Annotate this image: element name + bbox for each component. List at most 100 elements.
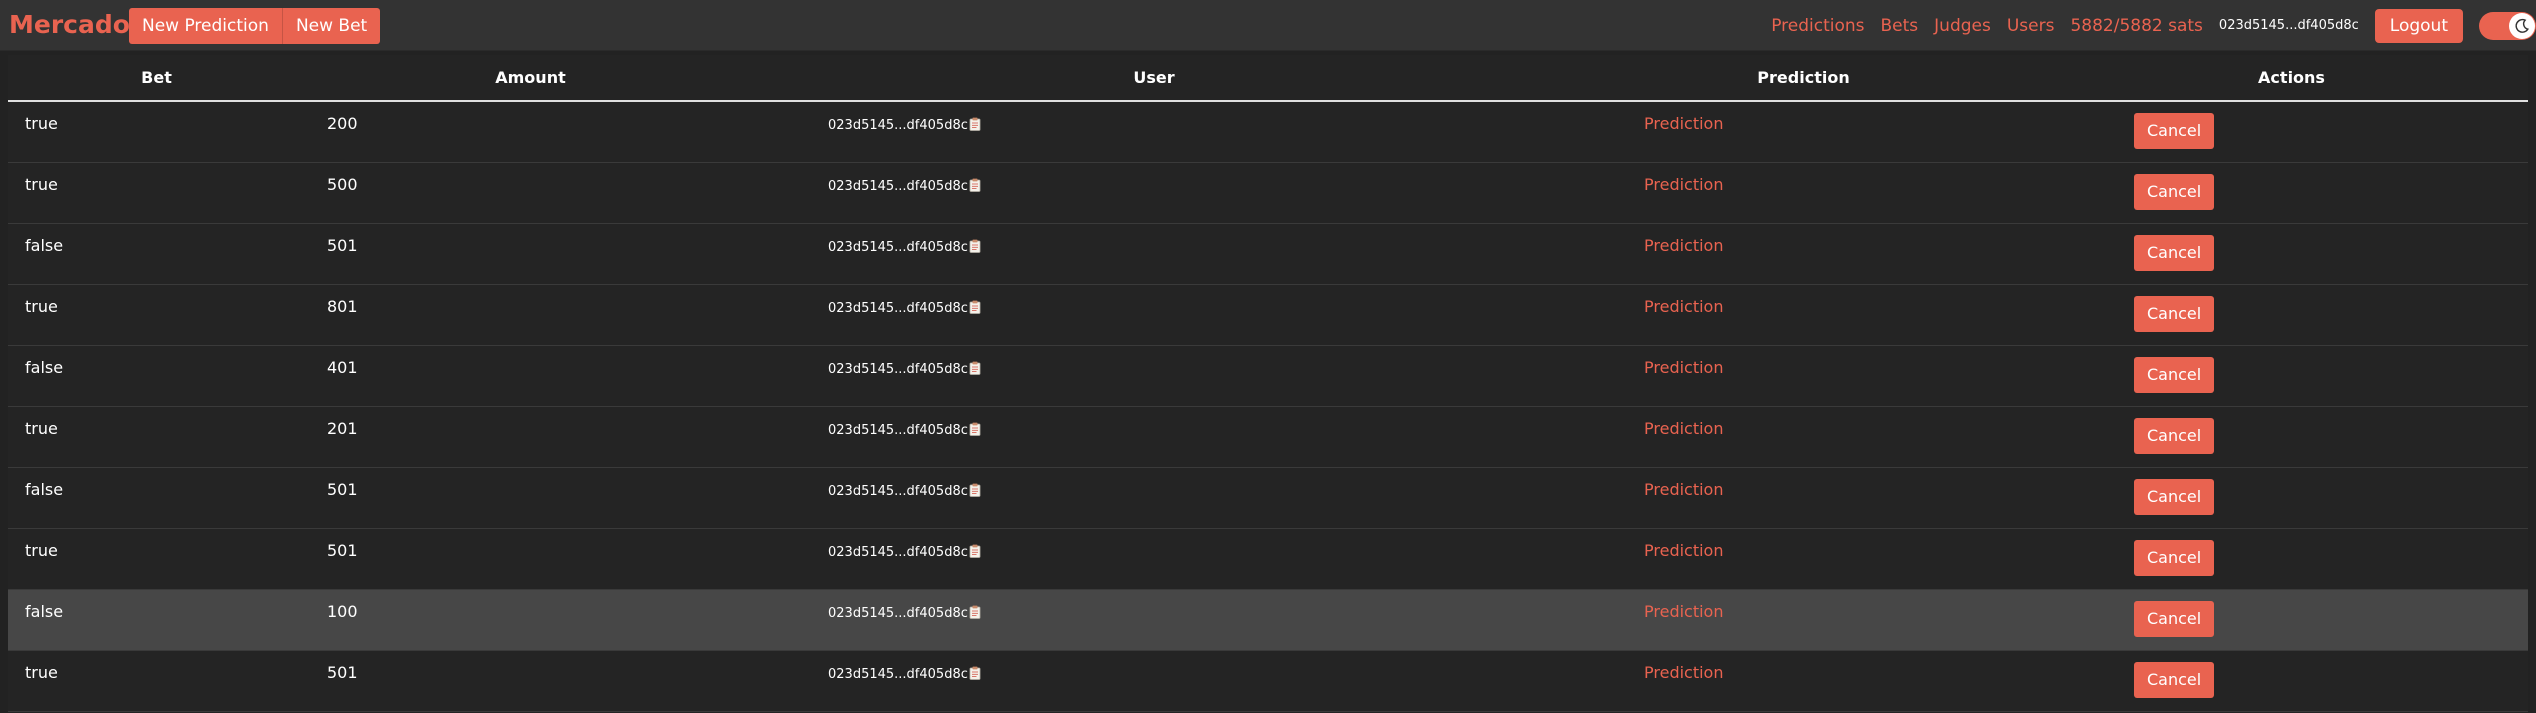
clipboard-icon[interactable]: [969, 544, 981, 558]
prediction-link[interactable]: Prediction: [1552, 345, 2055, 406]
header-prediction: Prediction: [1552, 55, 2055, 102]
user-pubkey-text: 023d5145...df405d8c: [828, 544, 968, 560]
new-bet-button[interactable]: New Bet: [283, 8, 380, 44]
user-pubkey-text: 023d5145...df405d8c: [828, 178, 968, 194]
cancel-button[interactable]: Cancel: [2134, 234, 2215, 271]
clipboard-icon[interactable]: [969, 422, 981, 436]
user-cell: 023d5145...df405d8c: [756, 589, 1552, 650]
table-row: false 401 023d5145...df405d8c Prediction Can…: [8, 345, 2528, 406]
bet-cell: true: [25, 174, 58, 194]
table-header-row: Bet Amount User Prediction Actions: [8, 55, 2528, 102]
user-pubkey: 023d5145...df405d8c: [2218, 18, 2359, 33]
nav-link-users[interactable]: Users: [2007, 16, 2055, 36]
nav-links: Predictions Bets Judges Users 5882/5882 …: [1771, 0, 2536, 51]
top-navbar: Mercado New Prediction New Bet Predictio…: [0, 0, 2536, 51]
amount-cell: 100: [327, 601, 358, 621]
table-row: true 500 023d5145...df405d8c Prediction Canc…: [8, 162, 2528, 223]
prediction-link[interactable]: Prediction: [1552, 284, 2055, 345]
table-row: true 200 023d5145...df405d8c Prediction Canc…: [8, 101, 2528, 162]
actions-cell: Cancel: [2055, 101, 2528, 162]
clipboard-icon[interactable]: [969, 117, 981, 131]
user-cell: 023d5145...df405d8c: [756, 284, 1552, 345]
prediction-link[interactable]: Prediction: [1552, 650, 2055, 711]
cancel-button[interactable]: Cancel: [2134, 539, 2215, 576]
nav-link-predictions[interactable]: Predictions: [1771, 16, 1864, 36]
new-prediction-button[interactable]: New Prediction: [129, 8, 283, 44]
moon-icon: [2509, 12, 2535, 39]
user-cell: 023d5145...df405d8c: [756, 162, 1552, 223]
theme-toggle[interactable]: [2479, 11, 2536, 40]
logout-button[interactable]: Logout: [2374, 8, 2463, 43]
bet-cell: false: [25, 601, 64, 621]
prediction-link[interactable]: Prediction: [1552, 101, 2055, 162]
prediction-link[interactable]: Prediction: [1552, 223, 2055, 284]
user-cell: 023d5145...df405d8c: [756, 345, 1552, 406]
actions-cell: Cancel: [2055, 528, 2528, 589]
header-bet: Bet: [8, 55, 305, 102]
user-pubkey-text: 023d5145...df405d8c: [828, 666, 968, 682]
user-cell: 023d5145...df405d8c: [756, 406, 1552, 467]
table-row: false 501 023d5145...df405d8c Prediction Can…: [8, 467, 2528, 528]
clipboard-icon[interactable]: [969, 361, 981, 375]
clipboard-icon[interactable]: [969, 239, 981, 253]
actions-cell: Cancel: [2055, 223, 2528, 284]
header-actions: Actions: [2055, 55, 2528, 102]
nav-link-bets[interactable]: Bets: [1881, 16, 1919, 36]
bet-cell: true: [25, 114, 58, 133]
cancel-button[interactable]: Cancel: [2134, 417, 2215, 454]
user-pubkey-text: 023d5145...df405d8c: [828, 605, 968, 621]
prediction-link[interactable]: Prediction: [1552, 528, 2055, 589]
actions-cell: Cancel: [2055, 162, 2528, 223]
clipboard-icon[interactable]: [969, 178, 981, 192]
amount-cell: 200: [327, 114, 358, 133]
cancel-button[interactable]: Cancel: [2134, 600, 2215, 637]
table-row: true 201 023d5145...df405d8c Prediction Canc…: [8, 406, 2528, 467]
prediction-link[interactable]: Prediction: [1552, 589, 2055, 650]
clipboard-icon[interactable]: [969, 300, 981, 314]
cancel-button[interactable]: Cancel: [2134, 113, 2215, 149]
user-pubkey-text: 023d5145...df405d8c: [828, 422, 968, 438]
prediction-link[interactable]: Prediction: [1552, 467, 2055, 528]
cancel-button[interactable]: Cancel: [2134, 295, 2215, 332]
prediction-link[interactable]: Prediction: [1552, 162, 2055, 223]
user-pubkey-text: 023d5145...df405d8c: [828, 361, 968, 377]
user-cell: 023d5145...df405d8c: [756, 467, 1552, 528]
actions-cell: Cancel: [2055, 650, 2528, 711]
table-row: false 501 023d5145...df405d8c Prediction Can…: [8, 223, 2528, 284]
table-row: true 501 023d5145...df405d8c Prediction Canc…: [8, 650, 2528, 711]
bet-cell: true: [25, 662, 58, 682]
user-cell: 023d5145...df405d8c: [756, 650, 1552, 711]
table-row: true 801 023d5145...df405d8c Prediction Canc…: [8, 284, 2528, 345]
user-pubkey-text: 023d5145...df405d8c: [828, 300, 968, 316]
brand-logo[interactable]: Mercado: [9, 10, 130, 40]
actions-cell: Cancel: [2055, 345, 2528, 406]
user-cell: 023d5145...df405d8c: [756, 101, 1552, 162]
cancel-button[interactable]: Cancel: [2134, 661, 2215, 698]
bets-table: Bet Amount User Prediction Actions true 2…: [8, 55, 2528, 712]
amount-cell: 501: [327, 235, 358, 255]
clipboard-icon[interactable]: [969, 666, 981, 680]
prediction-link[interactable]: Prediction: [1552, 406, 2055, 467]
actions-cell: Cancel: [2055, 467, 2528, 528]
user-pubkey-text: 023d5145...df405d8c: [828, 483, 968, 499]
bet-cell: false: [25, 235, 64, 255]
header-user: User: [756, 55, 1552, 102]
user-cell: 023d5145...df405d8c: [756, 223, 1552, 284]
header-amount: Amount: [305, 55, 756, 102]
sats-balance[interactable]: 5882/5882 sats: [2070, 16, 2202, 36]
amount-cell: 801: [327, 296, 358, 316]
nav-link-judges[interactable]: Judges: [1934, 16, 1991, 36]
bet-cell: false: [25, 357, 64, 377]
action-button-group: New Prediction New Bet: [129, 8, 381, 44]
cancel-button[interactable]: Cancel: [2134, 478, 2215, 515]
clipboard-icon[interactable]: [969, 605, 981, 619]
user-pubkey-text: 023d5145...df405d8c: [828, 118, 968, 133]
bet-cell: true: [25, 296, 58, 316]
clipboard-icon[interactable]: [969, 483, 981, 497]
table-row: true 501 023d5145...df405d8c Prediction Canc…: [8, 528, 2528, 589]
bets-table-container: Bet Amount User Prediction Actions true 2…: [8, 55, 2528, 713]
cancel-button[interactable]: Cancel: [2134, 356, 2215, 393]
cancel-button[interactable]: Cancel: [2134, 173, 2215, 210]
amount-cell: 500: [327, 174, 358, 194]
amount-cell: 501: [327, 540, 358, 560]
